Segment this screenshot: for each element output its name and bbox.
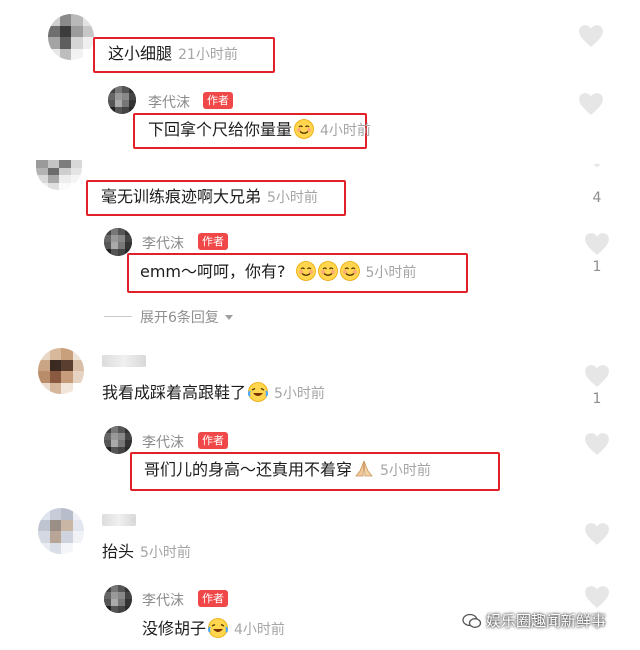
author-badge: 作者	[198, 590, 228, 607]
like-icon[interactable]	[584, 232, 610, 256]
author-badge: 作者	[203, 92, 233, 109]
laugh-emoji-icon	[248, 382, 268, 402]
expand-divider	[104, 316, 132, 317]
pray-emoji-icon	[354, 459, 374, 479]
reply-text: 哥们儿的身高～还真用不着穿 5小时前	[144, 459, 431, 479]
like-count: 1	[592, 259, 602, 275]
like-icon[interactable]	[578, 92, 604, 116]
like-icon[interactable]	[584, 164, 610, 178]
smile-emoji-icon	[294, 119, 314, 139]
watermark: 娱乐圈趣闻新鲜事	[462, 610, 606, 631]
author-name[interactable]: 李代沫	[148, 92, 190, 112]
expand-replies-button[interactable]: 展开6条回复	[140, 307, 234, 327]
smile-emoji-icon	[296, 261, 316, 281]
commenter-avatar[interactable]	[48, 14, 94, 60]
reply-time: 4小时前	[234, 622, 285, 638]
author-name[interactable]: 李代沫	[142, 590, 184, 610]
comment-text: 抬头 5小时前	[102, 542, 191, 561]
smile-emoji-icon	[318, 261, 338, 281]
like-icon[interactable]	[578, 24, 604, 48]
author-badge: 作者	[198, 432, 228, 449]
like-icon[interactable]	[584, 522, 610, 546]
like-count: 4	[592, 190, 602, 206]
caret-down-icon	[224, 312, 234, 322]
commenter-avatar[interactable]	[38, 348, 84, 394]
wechat-icon	[462, 613, 482, 628]
author-badge: 作者	[198, 233, 228, 250]
author-name[interactable]: 李代沫	[142, 432, 184, 452]
laugh-emoji-icon	[208, 618, 228, 638]
reply-time: 5小时前	[365, 265, 417, 281]
commenter-avatar[interactable]	[38, 508, 84, 554]
like-icon[interactable]	[584, 585, 610, 609]
blurred-username	[102, 514, 136, 526]
like-icon[interactable]	[584, 364, 610, 388]
commenter-avatar[interactable]	[36, 160, 82, 190]
comment-time: 21小时前	[178, 47, 238, 63]
reply-time: 4小时前	[320, 123, 371, 139]
like-icon[interactable]	[584, 432, 610, 456]
reply-time: 5小时前	[380, 463, 431, 479]
comment-time: 5小时前	[140, 545, 191, 561]
author-avatar[interactable]	[104, 426, 132, 454]
author-avatar[interactable]	[104, 228, 132, 256]
comment-time: 5小时前	[274, 386, 325, 402]
author-avatar[interactable]	[108, 86, 136, 114]
author-avatar[interactable]	[104, 585, 132, 613]
comment-text: 毫无训练痕迹啊大兄弟 5小时前	[101, 187, 318, 206]
reply-text: 没修胡子 4小时前	[142, 618, 285, 638]
comment-time: 5小时前	[267, 190, 318, 206]
blurred-username	[102, 355, 146, 367]
reply-text: emm～呵呵，你有? 5小时前	[140, 261, 417, 281]
like-count: 1	[592, 391, 602, 407]
smile-emoji-icon	[340, 261, 360, 281]
comment-text: 我看成踩着高跟鞋了 5小时前	[102, 382, 325, 402]
comment-text: 这小细腿 21小时前	[108, 44, 238, 63]
reply-text: 下回拿个尺给你量量 4小时前	[148, 119, 371, 139]
author-name[interactable]: 李代沫	[142, 233, 184, 253]
